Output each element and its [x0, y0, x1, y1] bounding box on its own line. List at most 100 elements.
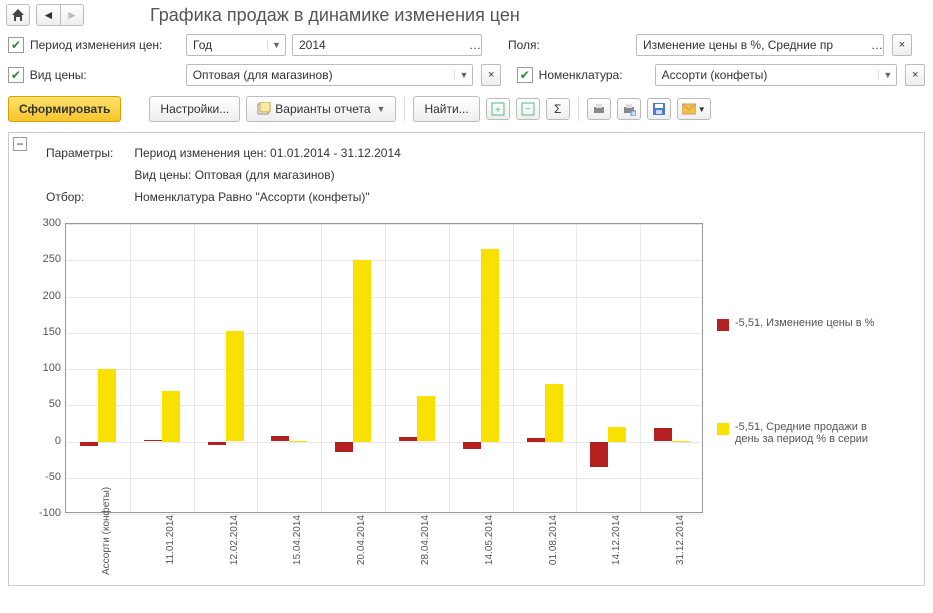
bar-yellow: [545, 384, 563, 442]
arrow-right-icon: ►: [66, 8, 78, 22]
chevron-down-icon[interactable]: ▼: [267, 40, 285, 50]
bar-red: [590, 442, 608, 467]
fields-clear[interactable]: ×: [892, 34, 912, 56]
sigma-icon: Σ: [554, 102, 561, 116]
pricetype-clear[interactable]: ×: [481, 64, 501, 86]
chevron-down-icon: ▼: [698, 105, 706, 114]
ellipsis-button[interactable]: …: [469, 38, 481, 52]
home-button[interactable]: [6, 4, 30, 26]
bar-red: [80, 442, 98, 446]
x-tick: 01.08.2014: [548, 515, 610, 575]
nomen-combo[interactable]: Ассорти (конфеты) ▼: [655, 64, 898, 86]
fields-value: Изменение цены в %, Средние пр: [637, 38, 871, 52]
forward-button[interactable]: ►: [60, 4, 84, 26]
print-icon: [592, 102, 606, 116]
report-variants-button[interactable]: Варианты отчета ▼: [246, 96, 396, 122]
fields-field[interactable]: Изменение цены в %, Средние пр …: [636, 34, 884, 56]
legend-label-1: -5,51, Изменение цены в %: [735, 317, 874, 329]
bar-yellow: [98, 369, 116, 442]
pricetype-combo[interactable]: Оптовая (для магазинов) ▼: [186, 64, 474, 86]
print-icon: [622, 102, 636, 116]
y-tick: -50: [19, 471, 61, 483]
period-label: Период изменения цен:: [30, 38, 180, 52]
collapse-all-button[interactable]: −: [516, 98, 540, 120]
report-params: Параметры: Период изменения цен: 01.01.2…: [43, 141, 404, 213]
y-tick: 300: [19, 217, 61, 229]
y-tick: 50: [19, 398, 61, 410]
y-tick: -100: [19, 507, 61, 519]
y-tick: 250: [19, 253, 61, 265]
legend-item-1: -5,51, Изменение цены в %: [717, 317, 887, 331]
pricetype-checkbox[interactable]: ✔: [8, 67, 24, 83]
separator: [578, 97, 579, 121]
back-button[interactable]: ◄: [36, 4, 60, 26]
svg-text:+: +: [495, 105, 501, 116]
floppy-icon: [652, 102, 666, 116]
legend: -5,51, Изменение цены в % -5,51, Средние…: [717, 217, 887, 535]
page-title: Графика продаж в динамике изменения цен: [150, 5, 520, 26]
collapse-icon: −: [521, 102, 535, 116]
fields-label: Поля:: [508, 38, 598, 52]
chevron-down-icon[interactable]: ▼: [878, 70, 896, 80]
x-tick: 20.04.2014: [356, 515, 418, 575]
mail-icon: [682, 103, 696, 115]
report-area: − Параметры: Период изменения цен: 01.01…: [8, 132, 925, 586]
y-tick: 0: [19, 435, 61, 447]
print2-button[interactable]: [617, 98, 641, 120]
separator: [404, 97, 405, 121]
bar-red: [271, 436, 289, 441]
chevron-down-icon: ▼: [377, 104, 386, 114]
bar-yellow: [417, 396, 435, 442]
x-tick: 28.04.2014: [420, 515, 482, 575]
y-tick: 150: [19, 326, 61, 338]
expand-all-button[interactable]: +: [486, 98, 510, 120]
x-tick: 11.01.2014: [165, 515, 227, 575]
bar-red: [335, 442, 353, 453]
bar-yellow: [353, 260, 371, 441]
pricetype-label: Вид цены:: [30, 68, 180, 82]
sum-button[interactable]: Σ: [546, 98, 570, 120]
ellipsis-button[interactable]: …: [871, 38, 883, 52]
filter-line: Номенклатура Равно "Ассорти (конфеты)": [133, 187, 402, 207]
params-line2: Вид цены: Оптовая (для магазинов): [133, 165, 402, 185]
x-tick: Ассорти (конфеты): [101, 515, 163, 575]
legend-swatch-yellow: [717, 423, 729, 435]
y-tick: 200: [19, 290, 61, 302]
x-tick: 14.12.2014: [611, 515, 673, 575]
home-icon: [11, 8, 25, 22]
period-unit-value: Год: [187, 38, 267, 52]
nomen-label: Номенклатура:: [539, 68, 649, 82]
bar-red: [463, 442, 481, 449]
collapse-toggle[interactable]: −: [13, 137, 27, 151]
period-year-field[interactable]: 2014 …: [292, 34, 482, 56]
print-button[interactable]: [587, 98, 611, 120]
x-tick: 31.12.2014: [675, 515, 737, 575]
bar-red: [527, 438, 545, 442]
bar-red: [144, 440, 162, 441]
mail-button[interactable]: ▼: [677, 98, 711, 120]
y-tick: 100: [19, 362, 61, 374]
bar-yellow: [226, 331, 244, 441]
bar-yellow: [162, 391, 180, 442]
nomen-clear[interactable]: ×: [905, 64, 925, 86]
bar-yellow: [672, 441, 690, 442]
chart: -100 -50 0 50 100 150 200 250 300 Ассорти (конфе…: [19, 217, 709, 577]
nomen-checkbox[interactable]: ✔: [517, 67, 533, 83]
generate-button[interactable]: Сформировать: [8, 96, 121, 122]
x-tick: 14.05.2014: [484, 515, 546, 575]
legend-item-2: -5,51, Средние продажи в день за период …: [717, 421, 887, 445]
period-year-value: 2014: [293, 38, 469, 52]
settings-button[interactable]: Настройки...: [149, 96, 240, 122]
params-label: Параметры:: [45, 143, 131, 163]
save-button[interactable]: [647, 98, 671, 120]
nomen-value: Ассорти (конфеты): [656, 68, 879, 82]
params-line1: Период изменения цен: 01.01.2014 - 31.12…: [133, 143, 402, 163]
arrow-left-icon: ◄: [43, 8, 55, 22]
period-checkbox[interactable]: ✔: [8, 37, 24, 53]
period-unit-combo[interactable]: Год ▼: [186, 34, 286, 56]
x-tick: 12.02.2014: [229, 515, 291, 575]
bar-yellow: [481, 249, 499, 441]
chevron-down-icon[interactable]: ▼: [454, 70, 472, 80]
find-button[interactable]: Найти...: [413, 96, 479, 122]
pricetype-value: Оптовая (для магазинов): [187, 68, 455, 82]
